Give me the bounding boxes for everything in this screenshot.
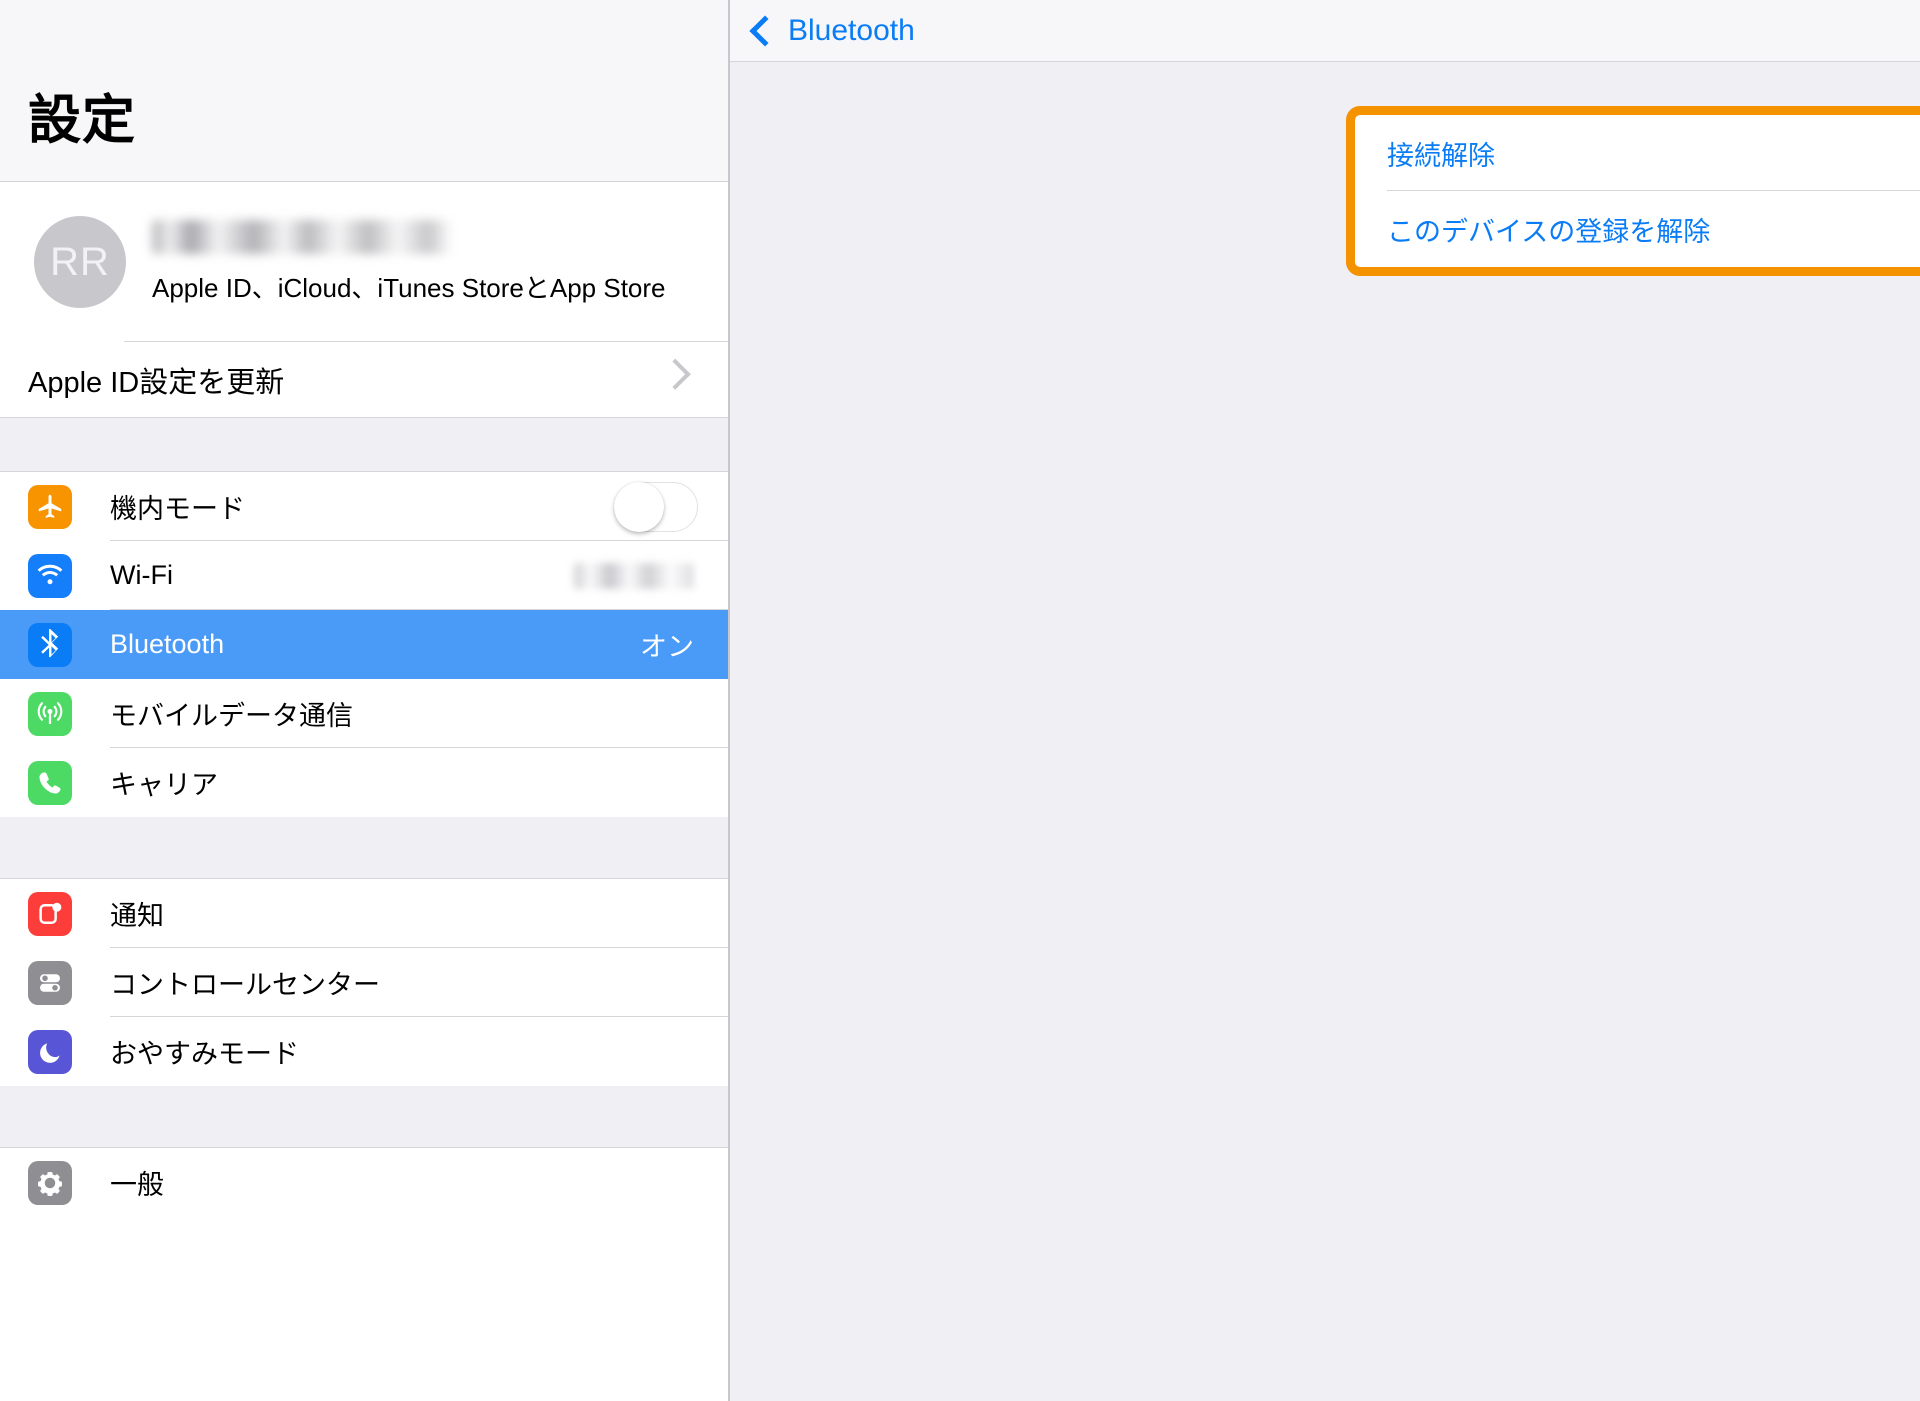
highlight-annotation xyxy=(1346,106,1920,276)
notifications-icon xyxy=(28,891,72,936)
sidebar-item-label: Wi-Fi xyxy=(110,560,173,590)
bluetooth-icon xyxy=(28,622,72,667)
toggle-knob xyxy=(614,481,664,532)
sidebar-item-airplane-mode[interactable]: 機内モード xyxy=(0,472,728,541)
sidebar-item-label: Bluetooth xyxy=(110,629,225,659)
wifi-icon xyxy=(28,553,72,598)
group-separator xyxy=(0,817,728,879)
wifi-network-value-redacted xyxy=(574,562,694,589)
sidebar-item-label: 機内モード xyxy=(110,494,245,524)
sidebar-item-label: おやすみモード xyxy=(110,1039,299,1069)
phone-icon xyxy=(28,760,72,805)
apple-id-text: Apple ID、iCloud、iTunes StoreとApp Store xyxy=(152,219,666,305)
sidebar-item-general[interactable]: 一般 xyxy=(0,1148,728,1217)
detail-navigation-bar: Bluetooth xyxy=(730,0,1920,62)
back-button-label: Bluetooth xyxy=(788,13,915,47)
sidebar-item-control-center[interactable]: コントロールセンター xyxy=(0,948,728,1017)
sidebar-item-label: コントロールセンター xyxy=(110,970,380,1000)
sidebar-item-do-not-disturb[interactable]: おやすみモード xyxy=(0,1017,728,1086)
chevron-left-icon xyxy=(749,14,781,47)
sidebar-item-carrier[interactable]: キャリア xyxy=(0,748,728,817)
sidebar-item-label: モバイルデータ通信 xyxy=(110,701,353,731)
sidebar-item-wifi[interactable]: Wi-Fi xyxy=(0,541,728,610)
avatar: RR xyxy=(34,216,126,308)
apple-id-cell[interactable]: RR Apple ID、iCloud、iTunes StoreとApp Stor… xyxy=(0,182,728,342)
airplane-icon xyxy=(28,484,72,529)
control-center-icon xyxy=(28,960,72,1005)
detail-pane: Bluetooth 接続解除 このデバイスの登録を解除 xyxy=(730,0,1920,1401)
group-separator xyxy=(0,1086,728,1148)
sidebar-item-cellular-data[interactable]: モバイルデータ通信 xyxy=(0,679,728,748)
settings-app-window: 設定 RR Apple ID、iCloud、iTunes StoreとApp S… xyxy=(0,0,1920,1401)
apple-id-subtitle: Apple ID、iCloud、iTunes StoreとApp Store xyxy=(152,272,666,303)
group-separator xyxy=(0,418,728,472)
page-title: 設定 xyxy=(28,91,136,150)
airplane-mode-toggle[interactable] xyxy=(614,481,698,532)
sidebar-item-notifications[interactable]: 通知 xyxy=(0,879,728,948)
bluetooth-status-value: オン xyxy=(640,632,694,662)
chevron-right-icon xyxy=(659,358,691,390)
sidebar-item-label: 一般 xyxy=(110,1170,164,1200)
back-button[interactable]: Bluetooth xyxy=(749,13,915,48)
account-name-redacted xyxy=(152,219,452,254)
cellular-icon xyxy=(28,691,72,736)
sidebar-item-label: キャリア xyxy=(110,770,218,800)
sidebar-item-bluetooth[interactable]: Bluetooth オン xyxy=(0,610,728,679)
apple-id-update-cell[interactable]: Apple ID設定を更新 xyxy=(0,342,728,418)
moon-icon xyxy=(28,1029,72,1074)
settings-sidebar: 設定 RR Apple ID、iCloud、iTunes StoreとApp S… xyxy=(0,0,730,1401)
sidebar-header: 設定 xyxy=(0,0,728,182)
sidebar-item-label: 通知 xyxy=(110,901,164,931)
gear-icon xyxy=(28,1160,72,1205)
apple-id-update-label: Apple ID設定を更新 xyxy=(28,366,285,399)
